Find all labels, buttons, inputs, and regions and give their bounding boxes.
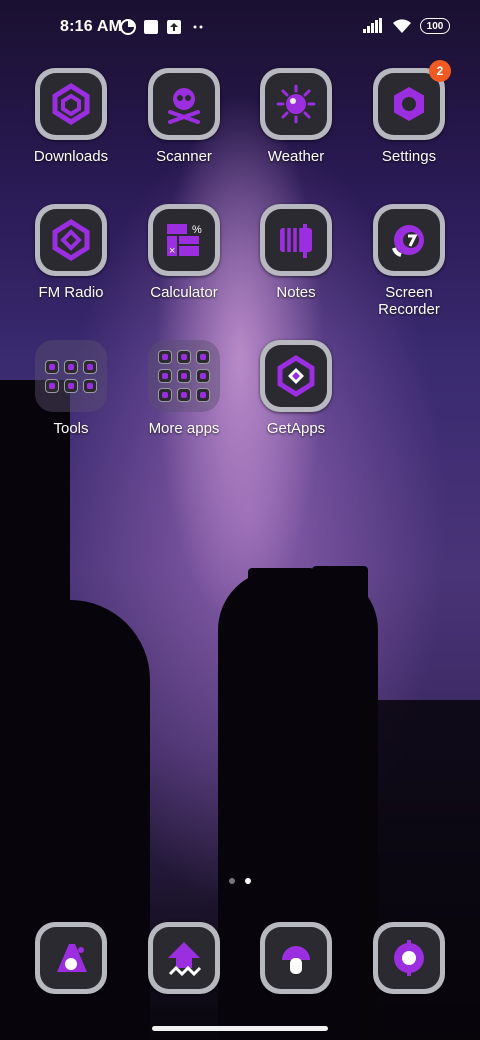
folder-icon xyxy=(35,340,107,412)
app-screen-recorder[interactable]: Screen Recorder xyxy=(353,204,465,318)
app-label: FM Radio xyxy=(38,284,104,301)
page-dot[interactable] xyxy=(229,878,235,884)
page-dot-active[interactable] xyxy=(245,878,251,884)
weather-icon xyxy=(260,68,332,140)
wallpaper-tower-top xyxy=(312,566,368,606)
app-label: Settings xyxy=(381,148,437,165)
dock-browser[interactable] xyxy=(240,922,352,994)
app-label: Weather xyxy=(267,148,325,165)
wallpaper-tower-top xyxy=(248,568,314,608)
app-weather[interactable]: Weather xyxy=(240,68,352,165)
app-getapps[interactable]: GetApps xyxy=(240,340,352,437)
status-right-group: 100 xyxy=(362,18,450,34)
folder-icon xyxy=(148,340,220,412)
status-bar: 8:16 AM 100 xyxy=(0,0,480,56)
messaging-icon xyxy=(148,922,220,994)
notes-icon xyxy=(260,204,332,276)
app-downloads[interactable]: Downloads xyxy=(15,68,127,165)
app-label-line: Screen xyxy=(385,284,433,301)
dock-camera[interactable] xyxy=(353,922,465,994)
app-label: Downloads xyxy=(33,148,109,165)
fm-radio-icon xyxy=(35,204,107,276)
app-notes[interactable]: Notes xyxy=(240,204,352,301)
app-label: Notes xyxy=(276,284,316,301)
wifi-icon xyxy=(393,19,411,33)
scanner-icon xyxy=(148,68,220,140)
notification-badge: 2 xyxy=(429,60,451,82)
browser-icon xyxy=(260,922,332,994)
more-notifications-icon xyxy=(193,25,203,29)
app-label: Tools xyxy=(53,420,89,437)
screen-recorder-icon xyxy=(373,204,445,276)
app-label: Screen Recorder xyxy=(353,284,465,318)
app-fm-radio[interactable]: FM Radio xyxy=(15,204,127,301)
downloads-icon xyxy=(35,68,107,140)
svg-text:×: × xyxy=(169,245,175,257)
status-time: 8:16 AM xyxy=(60,18,123,35)
home-gesture-bar[interactable] xyxy=(152,1026,328,1031)
home-screen: 8:16 AM 100 Downloads Scanner Weather 2 … xyxy=(0,0,480,1040)
app-label-line: Recorder xyxy=(378,301,440,318)
data-saver-icon xyxy=(120,19,136,35)
app-settings[interactable]: 2 Settings xyxy=(353,60,465,165)
page-indicator[interactable] xyxy=(0,878,480,884)
folder-more-apps[interactable]: More apps xyxy=(128,340,240,437)
signal-icon xyxy=(363,18,382,33)
dock-phone[interactable] xyxy=(15,922,127,994)
app-calculator[interactable]: % × Calculator xyxy=(128,204,240,301)
upload-notification-icon xyxy=(167,20,181,34)
app-label: Calculator xyxy=(150,284,218,301)
app-scanner[interactable]: Scanner xyxy=(128,68,240,165)
app-label: More apps xyxy=(148,420,220,437)
folder-tools[interactable]: Tools xyxy=(15,340,127,437)
app-label: GetApps xyxy=(266,420,326,437)
calculator-icon: % × xyxy=(148,204,220,276)
svg-text:%: % xyxy=(192,224,202,236)
phone-icon xyxy=(35,922,107,994)
battery-icon: 100 xyxy=(420,18,450,34)
app-label: Scanner xyxy=(156,148,212,165)
getapps-icon xyxy=(260,340,332,412)
square-notification-icon xyxy=(144,20,158,34)
dock-messaging[interactable] xyxy=(128,922,240,994)
camera-icon xyxy=(373,922,445,994)
settings-icon: 2 xyxy=(373,60,451,140)
